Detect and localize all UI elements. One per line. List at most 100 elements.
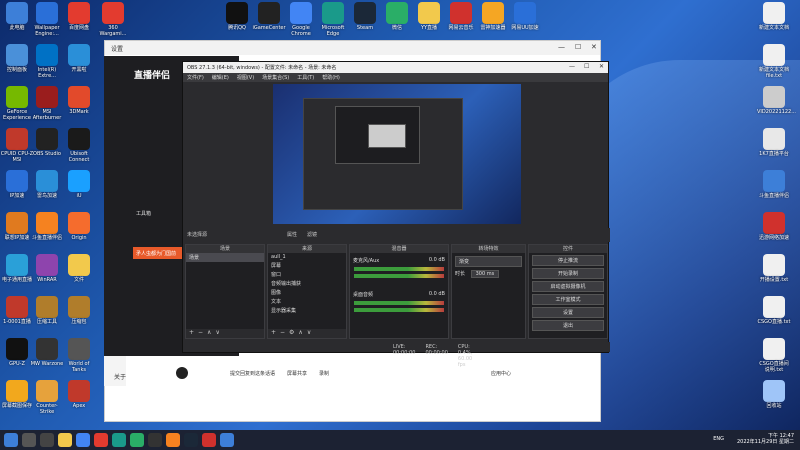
chat-item-1[interactable]: 提交回复到这条话语	[230, 370, 275, 377]
desktop-icon-c7[interactable]: 压缩包	[62, 296, 96, 325]
obs-minimize-button[interactable]: —	[569, 63, 575, 70]
obs-menu-item[interactable]: 文件(F)	[187, 74, 204, 81]
maximize-button[interactable]: ☐	[575, 43, 581, 51]
desktop-icon-r8[interactable]: CSGO直播间说明.txt	[757, 338, 791, 373]
desktop-icon-c8[interactable]: World of Tanks	[62, 338, 96, 373]
desktop-icon-c1[interactable]: 开黑啦	[62, 44, 96, 73]
wechat-taskbar-icon[interactable]	[130, 433, 144, 447]
emoji-icon[interactable]	[176, 367, 188, 379]
desktop-icon-b6[interactable]: WinRAR	[30, 254, 64, 283]
source-item[interactable]: 文本	[268, 297, 346, 306]
desktop-icon-r5[interactable]: 迅游网络加速	[757, 212, 791, 241]
chat-item-3[interactable]: 录制	[319, 370, 329, 377]
desktop-icon-b8[interactable]: MW Warzone	[30, 338, 64, 367]
top-icon-4[interactable]: Steam	[348, 2, 382, 31]
control-button[interactable]: 停止推流	[532, 255, 604, 266]
obs-menu-item[interactable]: 编辑(E)	[212, 74, 229, 81]
chat-item-2[interactable]: 屏幕共享	[287, 370, 307, 377]
desktop-icon-a7[interactable]: 1-0001直播	[0, 296, 34, 325]
desktop-icon-c3[interactable]: Ubisoft Connect	[62, 128, 96, 163]
obs-menu-item[interactable]: 帮助(H)	[322, 74, 340, 81]
desktop-icon-b5[interactable]: 斗鱼直播伴侣	[30, 212, 64, 241]
top-icon-3[interactable]: Microsoft Edge	[316, 2, 350, 37]
desktop-icon-a0[interactable]: 此电脑	[0, 2, 34, 31]
source-item[interactable]: aull_1	[268, 253, 346, 261]
desktop-icon-a6[interactable]: 电子通用直播	[0, 254, 34, 283]
start-live-button[interactable]: 矛人虫都为门国前	[133, 247, 185, 259]
minimize-button[interactable]: —	[558, 43, 565, 51]
top-icon-2[interactable]: Google Chrome	[284, 2, 318, 37]
desktop-icon-c5[interactable]: Origin	[62, 212, 96, 241]
control-button[interactable]: 退出	[532, 320, 604, 331]
desktop-icon-r1[interactable]: 新建文本文档 file.txt	[757, 44, 791, 79]
desktop-icon-c9[interactable]: Apex	[62, 380, 96, 409]
desktop-icon-a9[interactable]: 屏幕截图保存	[0, 380, 34, 409]
desktop-icon-b7[interactable]: 压缩工具	[30, 296, 64, 325]
chat-item-4[interactable]: 应用中心	[491, 370, 511, 377]
desktop-icon-r7[interactable]: CSGO直播.txt	[757, 296, 791, 325]
steam-taskbar-icon[interactable]	[184, 433, 198, 447]
file-explorer-icon[interactable]	[58, 433, 72, 447]
transition-select[interactable]: 渐变	[455, 256, 522, 267]
desktop-icon-r2[interactable]: VID20221122...	[757, 86, 796, 115]
scene-item[interactable]: 场景	[186, 253, 264, 262]
control-button[interactable]: 设置	[532, 307, 604, 318]
desktop-icon-c2[interactable]: 3DMark	[62, 86, 96, 115]
obs-maximize-button[interactable]: ☐	[584, 63, 589, 70]
control-button[interactable]: 工作室模式	[532, 294, 604, 305]
desktop-icon-a2[interactable]: GeForce Experience	[0, 86, 34, 121]
source-item[interactable]: 窗口	[268, 270, 346, 279]
desktop-icon-b3[interactable]: OBS Studio	[30, 128, 64, 157]
desktop-icon-c-top[interactable]: 360 Wargami...	[96, 2, 130, 37]
top-icon-6[interactable]: YY直播	[412, 2, 446, 31]
top-icon-1[interactable]: iGameCenter	[252, 2, 286, 31]
desktop-icon-b1[interactable]: Intel(R) Extre...	[30, 44, 64, 79]
task-view-icon[interactable]	[40, 433, 54, 447]
control-button[interactable]: 开始录制	[532, 268, 604, 279]
duration-field[interactable]: 300 ms	[470, 270, 500, 278]
source-item[interactable]: 显示器采集	[268, 306, 346, 315]
desktop-icon-b9[interactable]: Counter-Strike	[30, 380, 64, 415]
desktop-icon-a4[interactable]: IP加速	[0, 170, 34, 199]
app-taskbar-icon-1[interactable]	[94, 433, 108, 447]
obs-close-button[interactable]: ✕	[599, 63, 604, 70]
desktop-icon-c4[interactable]: iU	[62, 170, 96, 199]
app-taskbar-icon-2[interactable]	[202, 433, 216, 447]
close-button[interactable]: ✕	[591, 43, 597, 51]
obs-menu-item[interactable]: 工具(T)	[297, 74, 314, 81]
obs-taskbar-icon[interactable]	[148, 433, 162, 447]
desktop-icon-c0[interactable]: 百度网盘	[62, 2, 96, 31]
desktop-icon-r3[interactable]: 1K7直播平台	[757, 128, 791, 157]
desktop-icon-c6[interactable]: 文件	[62, 254, 96, 283]
desktop-icon-r0[interactable]: 新建文本文档	[757, 2, 791, 31]
clock[interactable]: 下午 12:47 2022年11月29日 星期二	[737, 433, 794, 445]
desktop-icon-a1[interactable]: 控制面板	[0, 44, 34, 73]
filters-button[interactable]: 滤镜	[307, 231, 317, 239]
desktop-icon-a5[interactable]: 联想IP加速	[0, 212, 34, 241]
source-item[interactable]: 图像	[268, 288, 346, 297]
top-icon-5[interactable]: 微信	[380, 2, 414, 31]
sources-footer[interactable]: +−⚙∧∨	[268, 329, 346, 338]
desktop-icon-r4[interactable]: 斗鱼直播伴侣	[757, 170, 791, 199]
desktop-icon-b4[interactable]: 雷鸟加速	[30, 170, 64, 199]
scenes-footer[interactable]: +−∧∨	[186, 329, 264, 338]
edge-taskbar-icon[interactable]	[112, 433, 126, 447]
desktop-icon-r9[interactable]: 回收站	[757, 380, 791, 409]
top-icon-0[interactable]: 腾讯QQ	[220, 2, 254, 31]
start-button[interactable]	[4, 433, 18, 447]
control-button[interactable]: 启动虚拟摄像机	[532, 281, 604, 292]
top-icon-8[interactable]: 雷神加速器	[476, 2, 510, 31]
search-icon[interactable]	[22, 433, 36, 447]
desktop-icon-b2[interactable]: MSI Afterburner	[30, 86, 64, 121]
desktop-icon-b0[interactable]: Wallpaper Engine:...	[30, 2, 64, 37]
properties-button[interactable]: 属性	[287, 231, 297, 239]
chrome-taskbar-icon[interactable]	[76, 433, 90, 447]
desktop-icon-r6[interactable]: 开播设置.txt	[757, 254, 791, 283]
source-item[interactable]: 音频输出捕获	[268, 279, 346, 288]
top-icon-9[interactable]: 网易UU加速	[508, 2, 542, 31]
obs-menu-item[interactable]: 视图(V)	[237, 74, 254, 81]
app-taskbar-icon-3[interactable]	[220, 433, 234, 447]
desktop-icon-a8[interactable]: GPU-Z	[0, 338, 34, 367]
input-language[interactable]: ENG	[713, 436, 724, 442]
top-icon-7[interactable]: 网易云音乐	[444, 2, 478, 31]
